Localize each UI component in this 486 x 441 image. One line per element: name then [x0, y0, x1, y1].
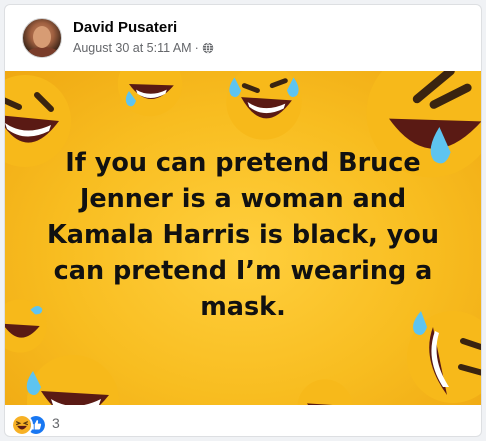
- post-card: David Pusateri August 30 at 5:11 AM · If…: [4, 4, 482, 437]
- laughing-emoji-icon: [297, 379, 353, 405]
- post-timestamp[interactable]: August 30 at 5:11 AM: [73, 41, 192, 55]
- meme-line: Kamala Harris is black, you: [46, 220, 439, 250]
- meme-line: can pretend I’m wearing a: [53, 256, 433, 286]
- meme-line: Jenner is a woman and: [79, 184, 407, 214]
- post-image[interactable]: If you can pretend Bruce Jenner is a wom…: [5, 71, 481, 405]
- laughing-emoji-icon: [117, 71, 183, 117]
- meme-caption: If you can pretend Bruce Jenner is a wom…: [35, 145, 451, 325]
- post-header: David Pusateri August 30 at 5:11 AM ·: [5, 5, 481, 71]
- avatar[interactable]: [22, 18, 62, 58]
- post-footer: 3: [5, 405, 481, 436]
- laughing-emoji-icon: [26, 355, 119, 405]
- globe-icon[interactable]: [202, 42, 214, 54]
- reaction-count[interactable]: 3: [52, 415, 60, 431]
- meta-separator: ·: [194, 41, 199, 55]
- meme-line: mask.: [200, 292, 286, 322]
- author-name[interactable]: David Pusateri: [73, 19, 177, 36]
- haha-reaction-icon[interactable]: [11, 414, 33, 436]
- laughing-emoji-icon: [226, 71, 302, 140]
- meme-line: If you can pretend Bruce: [65, 148, 421, 178]
- post-meta: August 30 at 5:11 AM ·: [73, 41, 214, 55]
